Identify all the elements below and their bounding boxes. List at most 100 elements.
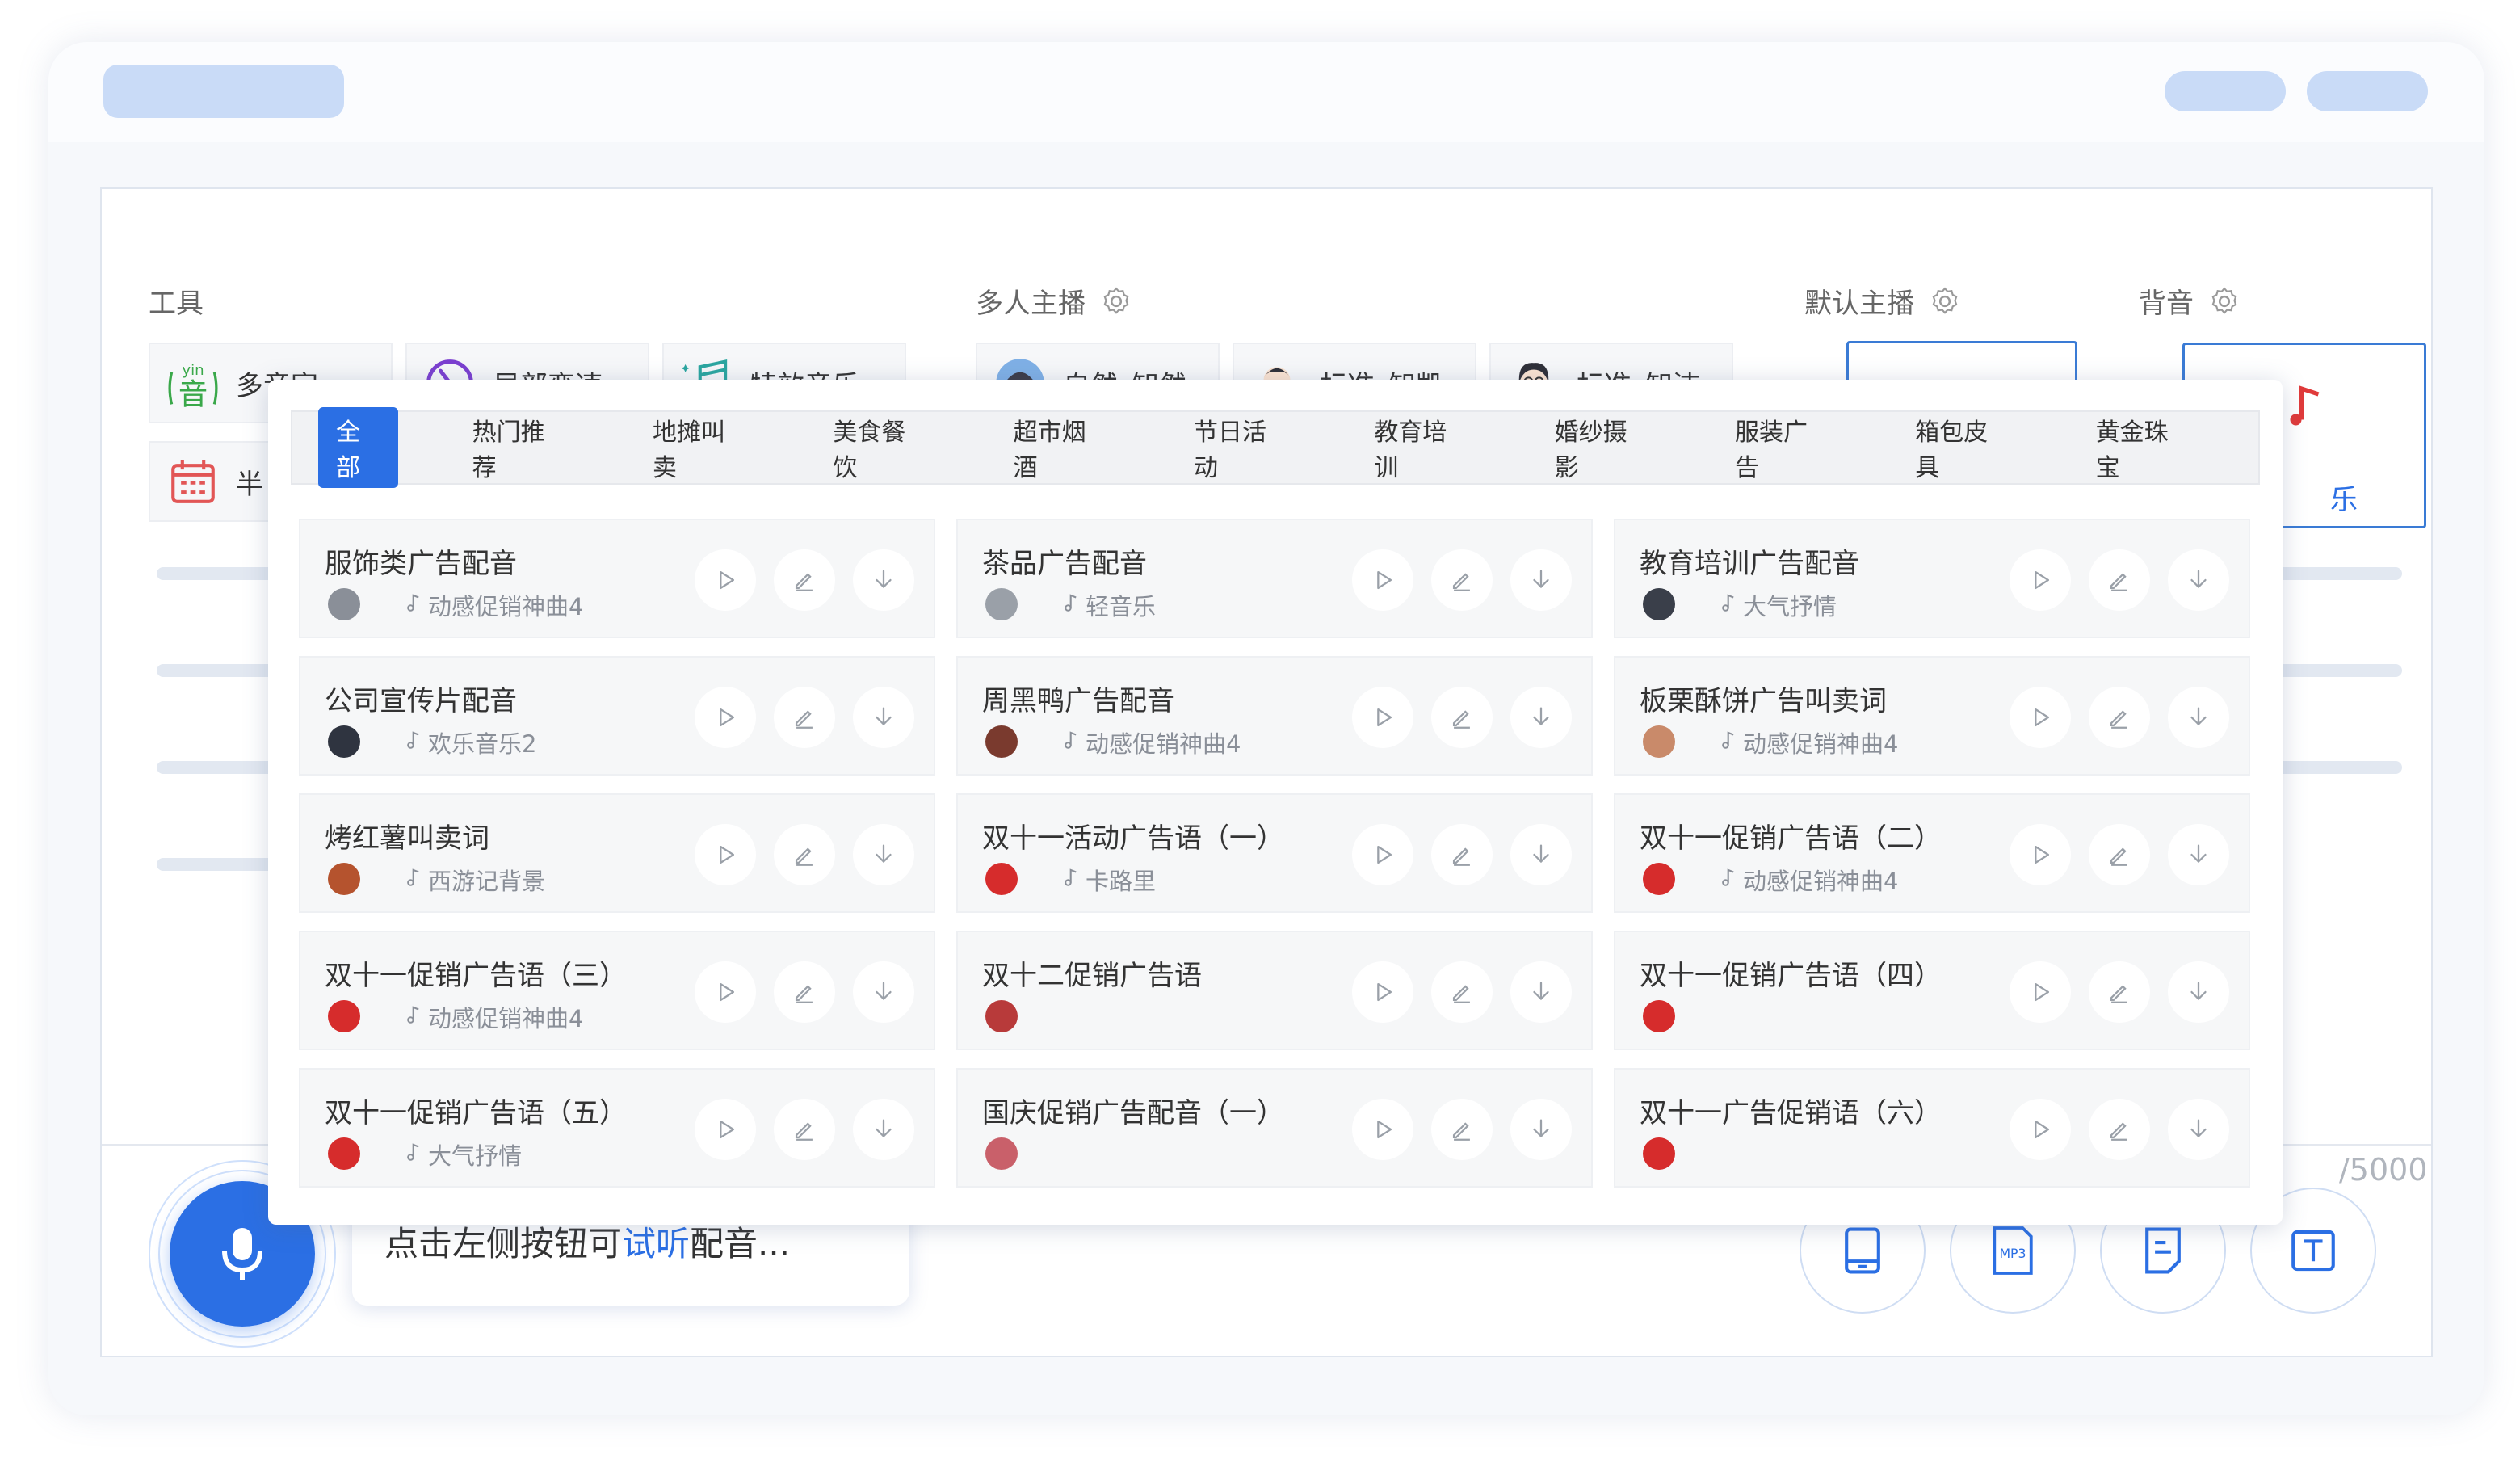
play-button[interactable]	[695, 961, 756, 1023]
play-button[interactable]	[695, 1099, 756, 1160]
play-button[interactable]	[2010, 824, 2071, 885]
play-icon	[712, 566, 739, 594]
template-music: 轻音乐	[1061, 588, 1156, 622]
edit-button[interactable]	[1431, 687, 1493, 748]
download-button[interactable]	[853, 824, 914, 885]
template-card[interactable]: 板栗酥饼广告叫卖词 动感促销神曲4	[1614, 656, 2250, 776]
template-card[interactable]: 公司宣传片配音 欢乐音乐2	[299, 656, 935, 776]
avatar	[985, 588, 1018, 620]
download-button[interactable]	[2168, 687, 2229, 748]
template-title: 板栗酥饼广告叫卖词	[1640, 685, 1887, 717]
download-button[interactable]	[853, 549, 914, 611]
edit-button[interactable]	[1431, 961, 1493, 1023]
play-button[interactable]	[1352, 549, 1413, 611]
edit-button[interactable]	[774, 961, 835, 1023]
category-tab[interactable]: 箱包皮具	[1897, 407, 2021, 488]
template-card[interactable]: 双十一促销广告语（四）	[1614, 931, 2250, 1050]
play-button[interactable]	[1352, 824, 1413, 885]
play-button[interactable]	[2010, 1099, 2071, 1160]
category-tab[interactable]: 服装广告	[1717, 407, 1841, 488]
download-button[interactable]	[2168, 549, 2229, 611]
category-tab[interactable]: 超市烟酒	[996, 407, 1119, 488]
header-button-2[interactable]	[2307, 71, 2428, 111]
template-card[interactable]: 双十一促销广告语（三） 动感促销神曲4	[299, 931, 935, 1050]
edit-icon	[1448, 566, 1476, 594]
download-icon	[1527, 704, 1555, 731]
template-card[interactable]: 国庆促销广告配音（一）	[956, 1068, 1593, 1188]
edit-button[interactable]	[1431, 549, 1493, 611]
download-button[interactable]	[1510, 961, 1572, 1023]
edit-icon	[2106, 1116, 2133, 1143]
edit-button[interactable]	[774, 549, 835, 611]
gear-icon[interactable]	[1100, 285, 1132, 317]
download-button[interactable]	[853, 687, 914, 748]
category-tab[interactable]: 黄金珠宝	[2078, 407, 2202, 488]
category-tab[interactable]: 节日活动	[1176, 407, 1300, 488]
edit-button[interactable]	[2089, 824, 2150, 885]
tablet-icon	[1845, 1227, 1880, 1274]
category-tab[interactable]: 婚纱摄影	[1537, 407, 1661, 488]
card-actions	[1352, 687, 1572, 748]
edit-button[interactable]	[2089, 961, 2150, 1023]
edit-icon	[2106, 978, 2133, 1006]
play-button[interactable]	[695, 549, 756, 611]
tool-pause-button[interactable]: 半	[149, 441, 270, 522]
category-tab[interactable]: 热门推荐	[455, 407, 578, 488]
play-button[interactable]	[695, 687, 756, 748]
play-button[interactable]	[1352, 1099, 1413, 1160]
edit-button[interactable]	[2089, 1099, 2150, 1160]
download-button[interactable]	[1510, 687, 1572, 748]
play-button[interactable]	[2010, 687, 2071, 748]
header-button-1[interactable]	[2165, 71, 2286, 111]
play-icon	[2026, 978, 2054, 1006]
avatar	[328, 1000, 360, 1032]
template-card[interactable]: 服饰类广告配音 动感促销神曲4	[299, 519, 935, 638]
play-button[interactable]	[2010, 549, 2071, 611]
download-button[interactable]	[2168, 824, 2229, 885]
template-card[interactable]: 双十一促销广告语（二） 动感促销神曲4	[1614, 793, 2250, 913]
edit-button[interactable]	[2089, 549, 2150, 611]
template-title: 周黑鸭广告配音	[982, 685, 1174, 717]
avatar	[1643, 863, 1675, 895]
template-card[interactable]: 双十一促销广告语（五） 大气抒情	[299, 1068, 935, 1188]
download-button[interactable]	[1510, 549, 1572, 611]
play-button[interactable]	[2010, 961, 2071, 1023]
play-icon	[2026, 704, 2054, 731]
template-card[interactable]: 周黑鸭广告配音 动感促销神曲4	[956, 656, 1593, 776]
card-actions	[695, 549, 914, 611]
template-card[interactable]: 烤红薯叫卖词 西游记背景	[299, 793, 935, 913]
template-card[interactable]: 茶品广告配音 轻音乐	[956, 519, 1593, 638]
template-card[interactable]: 教育培训广告配音 大气抒情	[1614, 519, 2250, 638]
template-card[interactable]: 双十二促销广告语	[956, 931, 1593, 1050]
avatar	[1643, 725, 1675, 758]
play-icon	[1369, 841, 1396, 868]
play-button[interactable]	[1352, 961, 1413, 1023]
edit-icon	[791, 566, 818, 594]
gear-icon[interactable]	[1929, 285, 1961, 317]
gear-icon[interactable]	[2208, 285, 2241, 317]
edit-button[interactable]	[1431, 1099, 1493, 1160]
edit-button[interactable]	[774, 687, 835, 748]
category-tab[interactable]: 美食餐饮	[815, 407, 939, 488]
play-button[interactable]	[1352, 687, 1413, 748]
download-button[interactable]	[2168, 1099, 2229, 1160]
download-button[interactable]	[2168, 961, 2229, 1023]
edit-icon	[1448, 1116, 1476, 1143]
edit-button[interactable]	[2089, 687, 2150, 748]
download-button[interactable]	[1510, 1099, 1572, 1160]
template-card[interactable]: 双十一广告促销语（六）	[1614, 1068, 2250, 1188]
download-button[interactable]	[1510, 824, 1572, 885]
edit-button[interactable]	[774, 824, 835, 885]
play-icon	[712, 1116, 739, 1143]
edit-icon	[791, 978, 818, 1006]
category-tab[interactable]: 地摊叫卖	[635, 407, 758, 488]
download-button[interactable]	[853, 961, 914, 1023]
category-tab[interactable]: 全部	[318, 407, 398, 488]
template-card[interactable]: 双十一活动广告语（一） 卡路里	[956, 793, 1593, 913]
edit-button[interactable]	[774, 1099, 835, 1160]
download-button[interactable]	[853, 1099, 914, 1160]
template-music: 动感促销神曲4	[404, 588, 583, 622]
edit-button[interactable]	[1431, 824, 1493, 885]
play-button[interactable]	[695, 824, 756, 885]
category-tab[interactable]: 教育培训	[1356, 407, 1480, 488]
